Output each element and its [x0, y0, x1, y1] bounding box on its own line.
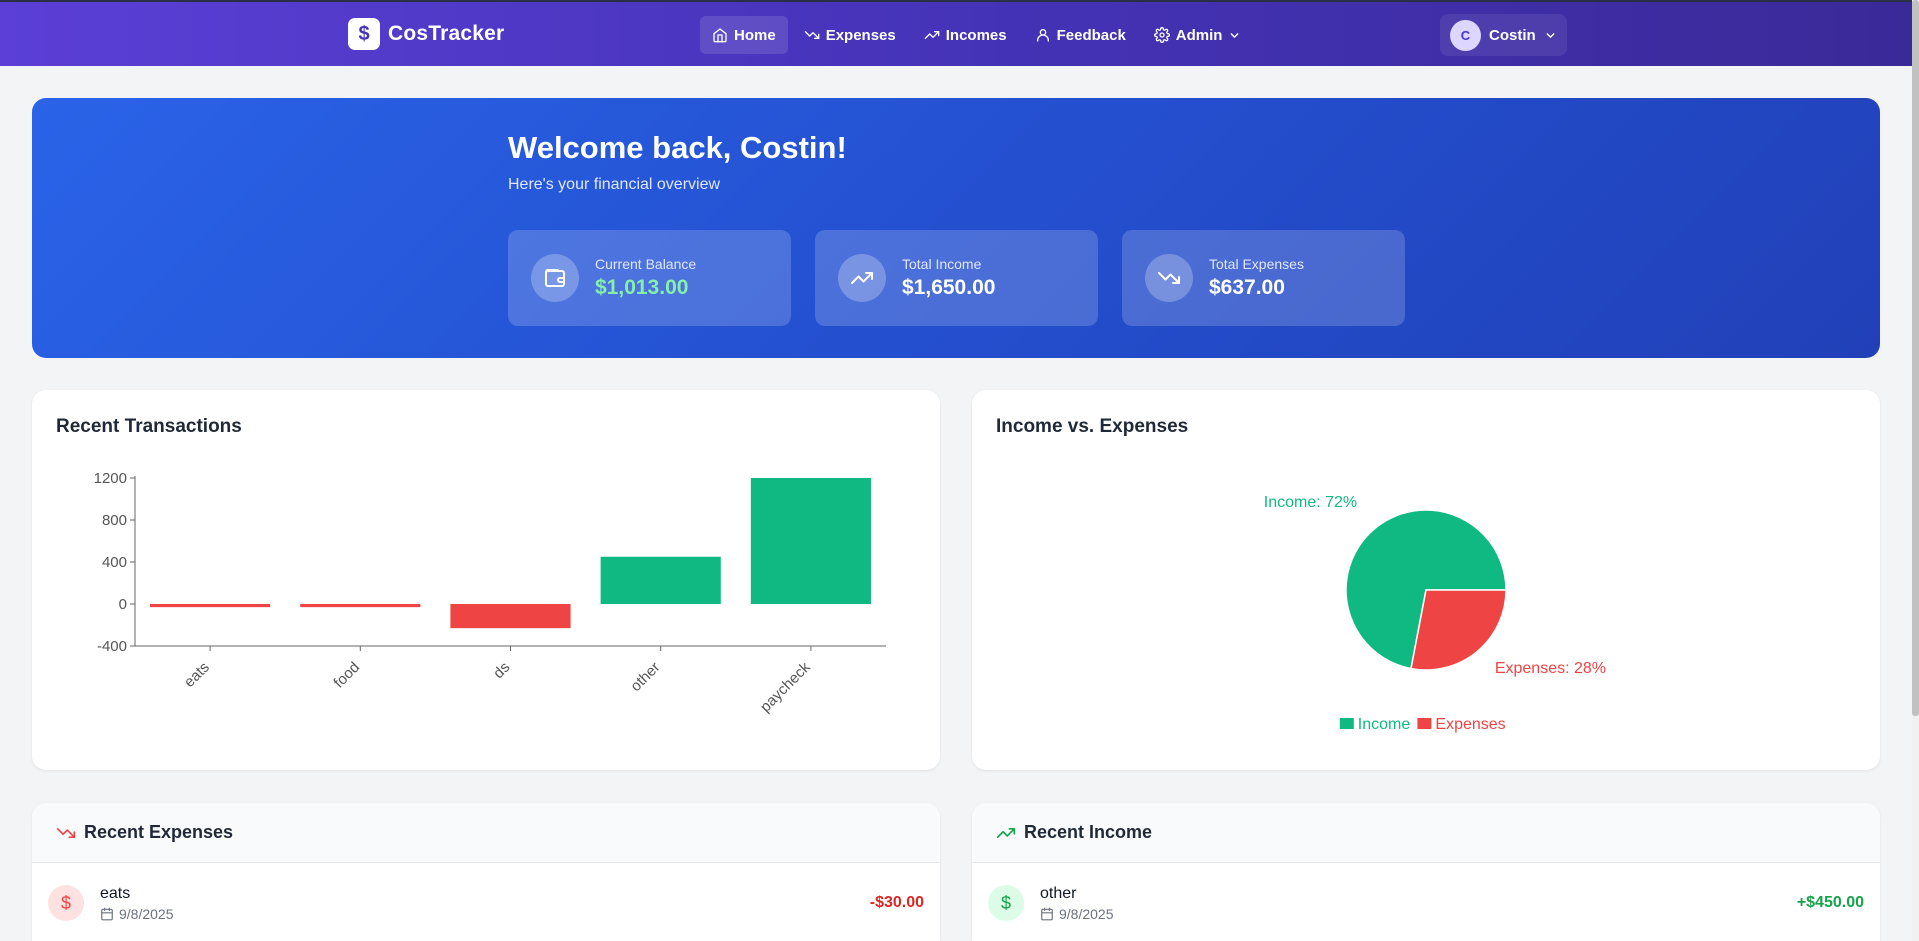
- y-tick-label: 400: [102, 554, 127, 571]
- pie-label-income: Income: 72%: [1264, 494, 1357, 511]
- income-vs-expenses-pie-chart: Income: 72% Expenses: 28% Income Expenses: [1264, 494, 1606, 733]
- bar-ds: [450, 604, 571, 629]
- wallet-icon: [531, 254, 579, 302]
- nav-admin[interactable]: Admin: [1142, 16, 1254, 54]
- brand-name: CosTracker: [388, 22, 505, 45]
- dollar-icon: $: [48, 885, 84, 921]
- avatar: C: [1450, 19, 1481, 51]
- income-date-text: 9/8/2025: [1059, 905, 1114, 922]
- calendar-icon: [1041, 907, 1053, 920]
- nav-home-label: Home: [734, 26, 776, 44]
- bar-eats: [150, 604, 271, 608]
- nav-incomes-label: Incomes: [945, 26, 1007, 44]
- income-name: other: [1040, 884, 1077, 902]
- welcome-title: Welcome back, Costin!: [508, 130, 847, 165]
- user-icon: [1036, 29, 1049, 42]
- recent-income-title: Recent Income: [1024, 822, 1153, 842]
- recent-expenses-header: Recent Expenses: [32, 803, 940, 863]
- expense-amount: -$30.00: [869, 894, 924, 911]
- expense-date-text: 9/8/2025: [119, 905, 174, 922]
- user-name: Costin: [1489, 26, 1536, 44]
- x-tick-label: ds: [490, 659, 513, 682]
- income-amount: +$450.00: [1796, 894, 1864, 911]
- welcome-subtitle: Here's your financial overview: [508, 176, 721, 193]
- income-vs-expenses-card: Income vs. Expenses Income: 72% Expenses:…: [972, 390, 1880, 770]
- recent-income-header: Recent Income: [972, 803, 1880, 863]
- x-tick-label: eats: [181, 659, 213, 691]
- y-tick-label: 0: [119, 596, 127, 613]
- expense-list-item[interactable]: $ eats 9/8/2025 -$30.00: [32, 863, 940, 941]
- dollar-icon: $: [348, 18, 380, 50]
- stat-label: Current Balance: [595, 256, 697, 272]
- welcome-banner: Welcome back, Costin! Here's your financ…: [32, 98, 1880, 358]
- x-tick-label: other: [627, 659, 663, 695]
- legend-swatch-income: [1339, 718, 1354, 729]
- calendar-icon: [101, 907, 113, 920]
- stat-value: $637.00: [1209, 276, 1285, 299]
- nav-home[interactable]: Home: [700, 16, 788, 54]
- brand[interactable]: $ CosTracker: [348, 18, 504, 50]
- stat-total-expenses: Total Expenses $637.00: [1122, 230, 1405, 326]
- chevron-down-icon: [1231, 32, 1239, 38]
- pie-label-expenses: Expenses: 28%: [1495, 660, 1606, 677]
- scrollbar-thumb[interactable]: [1912, 0, 1919, 716]
- nav-feedback[interactable]: Feedback: [1023, 16, 1138, 54]
- nav-feedback-label: Feedback: [1056, 26, 1126, 44]
- recent-expenses-title: Recent Expenses: [84, 822, 234, 842]
- bar-paycheck: [750, 478, 871, 604]
- trending-up-icon: [924, 30, 940, 39]
- recent-transactions-bar-chart: -400 0 400 800 1200 eats food ds other paycheck: [94, 470, 886, 716]
- expense-date: 9/8/2025: [100, 906, 870, 922]
- chevron-down-icon: [1546, 32, 1555, 38]
- legend-label-expenses: Expenses: [1435, 716, 1505, 733]
- x-tick-label: paycheck: [757, 658, 814, 715]
- expense-name: eats: [100, 884, 131, 902]
- trending-down-icon: [56, 827, 76, 838]
- trending-up-icon: [838, 254, 886, 302]
- legend-label-income: Income: [1358, 716, 1411, 733]
- stat-total-income: Total Income $1,650.00: [815, 230, 1098, 326]
- nav-admin-label: Admin: [1175, 26, 1223, 44]
- pie-slice-expenses: [1410, 589, 1507, 671]
- recent-income-card: Recent Income $ other 9/8/2025 +$450.00: [972, 803, 1880, 941]
- stat-current-balance: Current Balance $1,013.00: [508, 230, 791, 326]
- y-tick-label: 1200: [94, 470, 127, 487]
- bar-other: [600, 556, 721, 604]
- stat-label: Total Expenses: [1209, 256, 1304, 272]
- trending-down-icon: [1145, 254, 1193, 302]
- stat-value: $1,013.00: [595, 276, 689, 299]
- trending-down-icon: [804, 30, 820, 39]
- y-tick-label: -400: [97, 638, 127, 655]
- nav-expenses[interactable]: Expenses: [792, 16, 908, 54]
- gear-icon: [1153, 27, 1170, 43]
- trending-up-icon: [996, 827, 1016, 838]
- income-list-item[interactable]: $ other 9/8/2025 +$450.00: [972, 863, 1880, 941]
- stat-value: $1,650.00: [902, 276, 996, 299]
- nav-incomes[interactable]: Incomes: [912, 16, 1019, 54]
- home-icon: [713, 28, 727, 43]
- recent-expenses-card: Recent Expenses $ eats 9/8/2025 -$30.00: [32, 803, 940, 941]
- user-menu-button[interactable]: C Costin: [1440, 14, 1567, 56]
- nav-links: Home Expenses Incomes Feedback Admin: [700, 16, 1253, 54]
- top-navbar: $ CosTracker Home Expenses Incomes Feedb…: [0, 0, 1912, 66]
- stat-label: Total Income: [902, 256, 982, 272]
- nav-expenses-label: Expenses: [825, 26, 896, 44]
- recent-transactions-card: Recent Transactions -400 0 400 800 1200 eats f…: [32, 390, 940, 770]
- legend-swatch-expenses: [1417, 718, 1432, 729]
- y-tick-label: 800: [102, 512, 127, 529]
- x-tick-label: food: [330, 659, 363, 692]
- bar-food: [300, 604, 421, 608]
- income-date: 9/8/2025: [1040, 906, 1797, 922]
- dollar-icon: $: [988, 885, 1024, 921]
